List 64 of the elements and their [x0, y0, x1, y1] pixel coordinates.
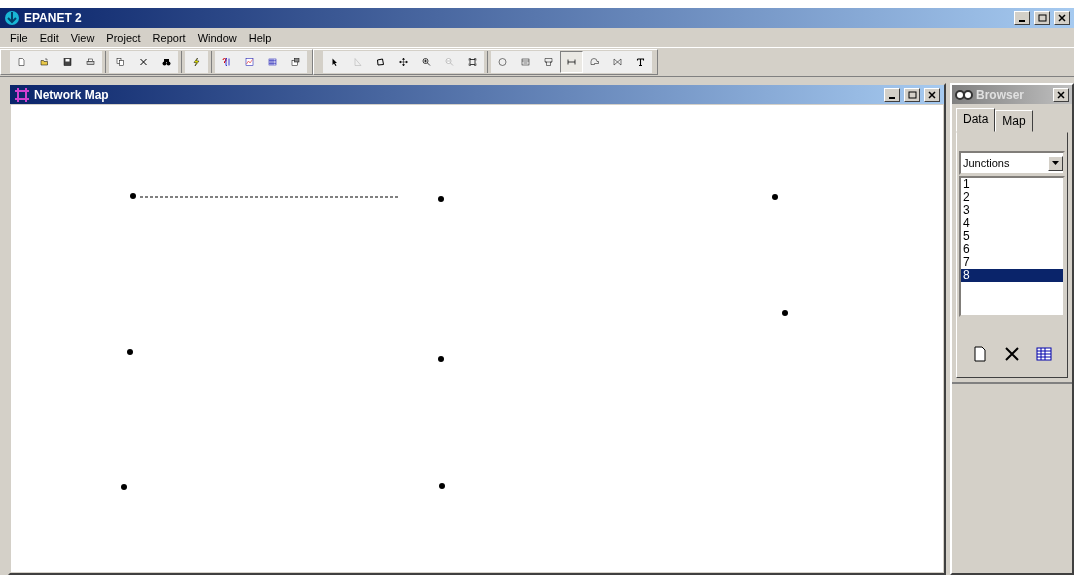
menu-item[interactable]: Window	[191, 29, 243, 46]
list-item[interactable]: 6	[961, 243, 1063, 256]
close-icon	[1057, 90, 1065, 99]
binoculars-icon	[955, 88, 973, 101]
junction-node[interactable]	[772, 194, 778, 200]
label-tool-button[interactable]	[629, 51, 652, 73]
delete-icon	[1003, 345, 1021, 363]
full-tool-button[interactable]	[461, 51, 484, 73]
maximize-icon	[907, 90, 917, 99]
tank-tool-button[interactable]	[537, 51, 560, 73]
junction-node[interactable]	[438, 196, 444, 202]
junction-node[interactable]	[439, 483, 445, 489]
menu-item[interactable]: Project	[100, 29, 147, 46]
menu-item[interactable]: Edit	[33, 29, 65, 46]
maximize-button[interactable]	[1034, 11, 1050, 25]
minimize-icon	[1019, 20, 1025, 22]
options-tool-button[interactable]	[284, 51, 307, 73]
menu-item[interactable]: Help	[242, 29, 278, 46]
minimize-button[interactable]	[884, 87, 900, 102]
menu-item[interactable]: File	[4, 29, 34, 46]
maximize-icon	[1037, 14, 1047, 22]
list-item[interactable]: 8	[961, 269, 1063, 282]
menu-item[interactable]: View	[64, 29, 101, 46]
minimize-icon	[889, 96, 895, 99]
map-window-title: Network Map	[34, 87, 109, 102]
print-tool-button[interactable]	[79, 51, 102, 73]
delete-button[interactable]	[1002, 345, 1022, 363]
network-icon	[14, 86, 30, 103]
list-item[interactable]: 3	[961, 204, 1063, 217]
close-button[interactable]	[924, 87, 940, 102]
window-title: EPANET 2	[24, 11, 82, 25]
junction-node[interactable]	[130, 193, 136, 199]
query-tool-button[interactable]	[215, 51, 238, 73]
run-tool-button[interactable]	[185, 51, 208, 73]
table-icon	[1035, 345, 1053, 363]
junction-node[interactable]	[782, 310, 788, 316]
list-item[interactable]: 1	[961, 178, 1063, 191]
minimize-button[interactable]	[1014, 11, 1030, 25]
edit-button[interactable]	[1034, 345, 1054, 363]
menu-item[interactable]: Report	[146, 29, 192, 46]
find-tool-button[interactable]	[155, 51, 178, 73]
list-item[interactable]: 5	[961, 230, 1063, 243]
new-icon	[971, 345, 989, 363]
list-item[interactable]: 4	[961, 217, 1063, 230]
app-logo-icon	[4, 10, 20, 26]
list-item[interactable]: 7	[961, 256, 1063, 269]
browser-title: Browser	[976, 87, 1025, 102]
maximize-button[interactable]	[904, 87, 920, 102]
list-item[interactable]: 2	[961, 191, 1063, 204]
category-dropdown[interactable]: Junctions	[959, 151, 1065, 175]
browser-tab[interactable]: Map	[995, 110, 1033, 132]
dropdown-arrow-icon	[1052, 161, 1059, 165]
close-icon	[928, 90, 936, 99]
browser-tab[interactable]: Data	[956, 108, 996, 132]
select-tool-button[interactable]	[323, 51, 346, 73]
close-button[interactable]	[1053, 87, 1069, 102]
junction-node[interactable]	[127, 349, 133, 355]
close-button[interactable]	[1054, 11, 1070, 25]
junction-node[interactable]	[438, 356, 444, 362]
close-icon	[1058, 14, 1066, 22]
pump-tool-button[interactable]	[583, 51, 606, 73]
copy-tool-button[interactable]	[109, 51, 132, 73]
junction-node[interactable]	[121, 484, 127, 490]
pipe-tool-button[interactable]	[560, 51, 583, 73]
